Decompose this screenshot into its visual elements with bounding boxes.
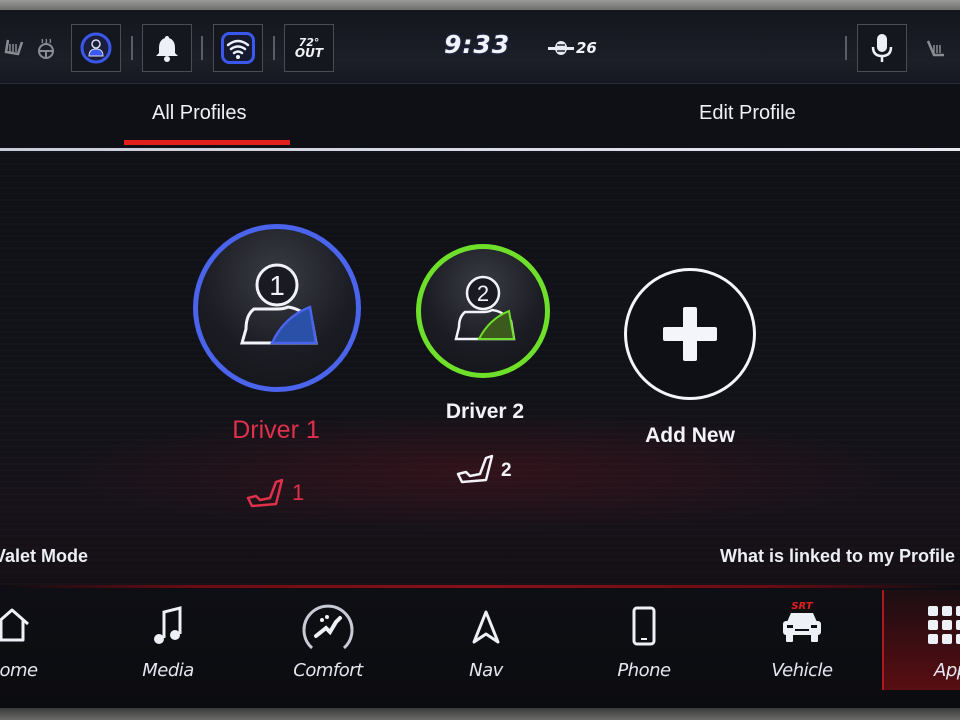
nav-phone-label: Phone	[617, 660, 671, 681]
outside-temperature-label: OUT	[294, 46, 324, 60]
driver-2-avatar-icon: 2	[454, 275, 516, 341]
vehicle-srt-icon: SRT	[779, 600, 825, 650]
nav-media-label: Media	[142, 660, 194, 681]
heated-seat-icon[interactable]	[2, 36, 26, 60]
seat-memory-icon	[456, 454, 498, 490]
status-separator	[273, 36, 275, 60]
nav-media[interactable]: Media	[98, 588, 238, 692]
tab-all-profiles[interactable]: All Profiles	[152, 102, 246, 125]
driver-1-label[interactable]: Driver 1	[196, 416, 356, 445]
srt-badge: SRT	[791, 601, 813, 612]
satellite-icon	[548, 40, 574, 56]
nav-vehicle-label: Vehicle	[771, 660, 833, 681]
driver-2-label[interactable]: Driver 2	[420, 400, 550, 424]
nav-apps-label: Apps	[934, 660, 960, 681]
heated-steering-icon[interactable]	[36, 37, 56, 59]
clock: 9:33	[444, 30, 511, 59]
navigation-arrow-icon	[472, 610, 500, 648]
add-new-label[interactable]: Add New	[620, 424, 760, 448]
nav-home[interactable]: Home	[0, 588, 82, 692]
voice-button[interactable]	[857, 24, 907, 72]
wifi-button[interactable]	[213, 24, 263, 72]
nav-comfort-label: Comfort	[293, 660, 363, 681]
profile-driver-1-button[interactable]: 1	[193, 224, 361, 392]
nav-phone[interactable]: Phone	[574, 588, 714, 692]
music-note-icon	[150, 604, 186, 652]
passenger-heated-seat-icon[interactable]	[924, 37, 948, 61]
screen-bezel-top	[0, 0, 960, 10]
driver-1-seat-number: 1	[292, 480, 305, 505]
outside-temp-button[interactable]: 72° OUT	[284, 24, 334, 72]
tab-edit-profile[interactable]: Edit Profile	[699, 102, 796, 125]
nav-nav-label: Nav	[469, 660, 503, 681]
phone-icon	[632, 606, 656, 650]
driver-1-number: 1	[269, 270, 285, 301]
driver-2-number: 2	[477, 281, 489, 306]
bell-icon	[156, 36, 178, 62]
status-separator	[131, 36, 133, 60]
status-bar: 72° OUT 9:33 26	[0, 10, 960, 84]
comfort-seat-icon	[298, 598, 358, 660]
profile-driver-2-button[interactable]: 2	[416, 244, 550, 378]
driver-2-seat-number: 2	[501, 460, 512, 481]
nav-nav[interactable]: Nav	[416, 588, 556, 692]
nav-comfort[interactable]: Comfort	[258, 588, 398, 692]
apps-grid-icon	[928, 606, 960, 650]
microphone-icon	[871, 34, 893, 62]
nav-apps[interactable]: Apps	[890, 588, 960, 692]
valet-mode-link[interactable]: Valet Mode	[0, 546, 88, 567]
notifications-button[interactable]	[142, 24, 192, 72]
active-tab-indicator	[124, 140, 290, 145]
home-icon	[0, 604, 32, 648]
status-separator	[201, 36, 203, 60]
driver-1-avatar-icon: 1	[240, 263, 318, 345]
seat-memory-icon	[246, 478, 288, 514]
driver-profile-icon	[80, 32, 112, 64]
satellite-count: 26	[576, 39, 597, 57]
wifi-icon	[221, 32, 255, 64]
screen-bezel-bottom	[0, 708, 960, 720]
status-separator	[845, 36, 847, 60]
nav-vehicle[interactable]: SRT Vehicle	[732, 588, 872, 692]
linked-to-profile-link[interactable]: What is linked to my Profile	[720, 546, 955, 567]
plus-icon	[663, 307, 717, 361]
add-new-profile-button[interactable]	[624, 268, 756, 400]
nav-home-label: Home	[0, 660, 38, 681]
driver-profile-button[interactable]	[71, 24, 121, 72]
